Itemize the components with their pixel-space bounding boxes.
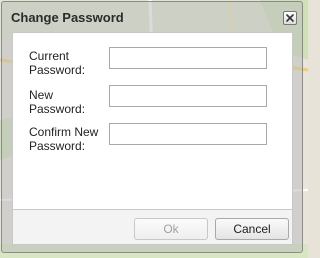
close-icon	[286, 14, 294, 22]
cancel-button[interactable]: Cancel	[215, 218, 289, 240]
close-button[interactable]	[283, 11, 297, 25]
new-password-label-line1: New	[29, 88, 54, 102]
dialog-title: Change Password	[11, 10, 124, 25]
new-password-label-line2: Password:	[29, 102, 86, 116]
confirm-password-label-line2: Password:	[29, 139, 86, 153]
current-password-label-line1: Current	[29, 49, 70, 63]
confirm-password-label-line1: Confirm New	[29, 125, 99, 139]
dialog-content: Current Password: New Password: Confirm …	[12, 32, 293, 210]
ok-button[interactable]: Ok	[134, 218, 208, 240]
current-password-input[interactable]	[109, 47, 267, 69]
current-password-label: Current Password:	[29, 49, 109, 77]
dialog-titlebar[interactable]: Change Password	[2, 2, 302, 32]
change-password-dialog: Change Password Current Password: New Pa…	[1, 1, 303, 253]
new-password-input[interactable]	[109, 85, 267, 107]
current-password-label-line2: Password:	[29, 63, 86, 77]
confirm-password-label: Confirm New Password:	[29, 125, 109, 153]
new-password-label: New Password:	[29, 88, 109, 116]
confirm-password-input[interactable]	[109, 123, 267, 145]
dialog-button-pane: Ok Cancel	[12, 210, 293, 245]
